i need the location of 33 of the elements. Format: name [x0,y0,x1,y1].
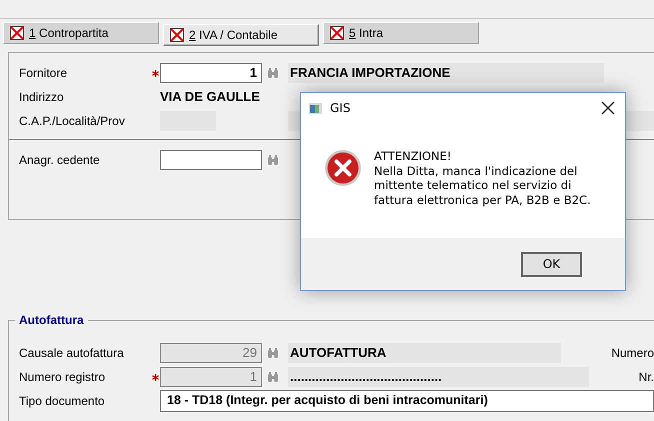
dialog-title: GIS [330,101,352,115]
ok-button[interactable]: OK [521,252,582,276]
value-display: .......................................... [288,367,589,387]
field-label: Numero [611,346,654,360]
code-field[interactable] [160,150,262,170]
close-icon[interactable] [601,101,615,115]
value-display: AUTOFATTURA [288,343,562,363]
tab[interactable]: 5 Intra [323,22,479,44]
error-icon [324,149,362,187]
group-title: Autofattura [15,313,88,327]
dialog-message: Nella Ditta, manca l'indicazione del mittente telematico nel servizio di fattura elettronica per PA, B2B e B2C. [374,164,592,207]
document-type-dropdown[interactable]: 18 - TD18 (Integr. per acquisto di beni intracomunitari) [160,390,654,412]
field-label: Nr. [638,370,654,384]
field-label: Fornitore [19,66,68,80]
value-display: VIA DE GAULLE [160,88,261,106]
tab[interactable]: 1 Contropartita [3,22,159,44]
binoculars-icon[interactable] [268,372,278,382]
field-label: Indirizzo [19,90,65,104]
field-label: Numero registro [19,370,106,384]
x-icon [10,26,24,40]
binoculars-icon[interactable] [268,155,278,165]
value-display: FRANCIA IMPORTAZIONE [288,63,604,83]
field-label: Anagr. cedente [19,153,101,167]
field-label: Causale autofattura [19,346,125,360]
dialog-heading: ATTENZIONE! [374,149,452,164]
code-field[interactable]: 1 [160,63,262,83]
app-icon [309,102,322,114]
x-icon [330,26,344,40]
tab[interactable]: 2 IVA / Contabile [163,24,319,46]
field-label: Tipo documento [19,394,106,408]
binoculars-icon[interactable] [268,68,278,78]
x-icon [170,28,184,42]
field-label: C.A.P./Località/Prov [19,114,126,128]
